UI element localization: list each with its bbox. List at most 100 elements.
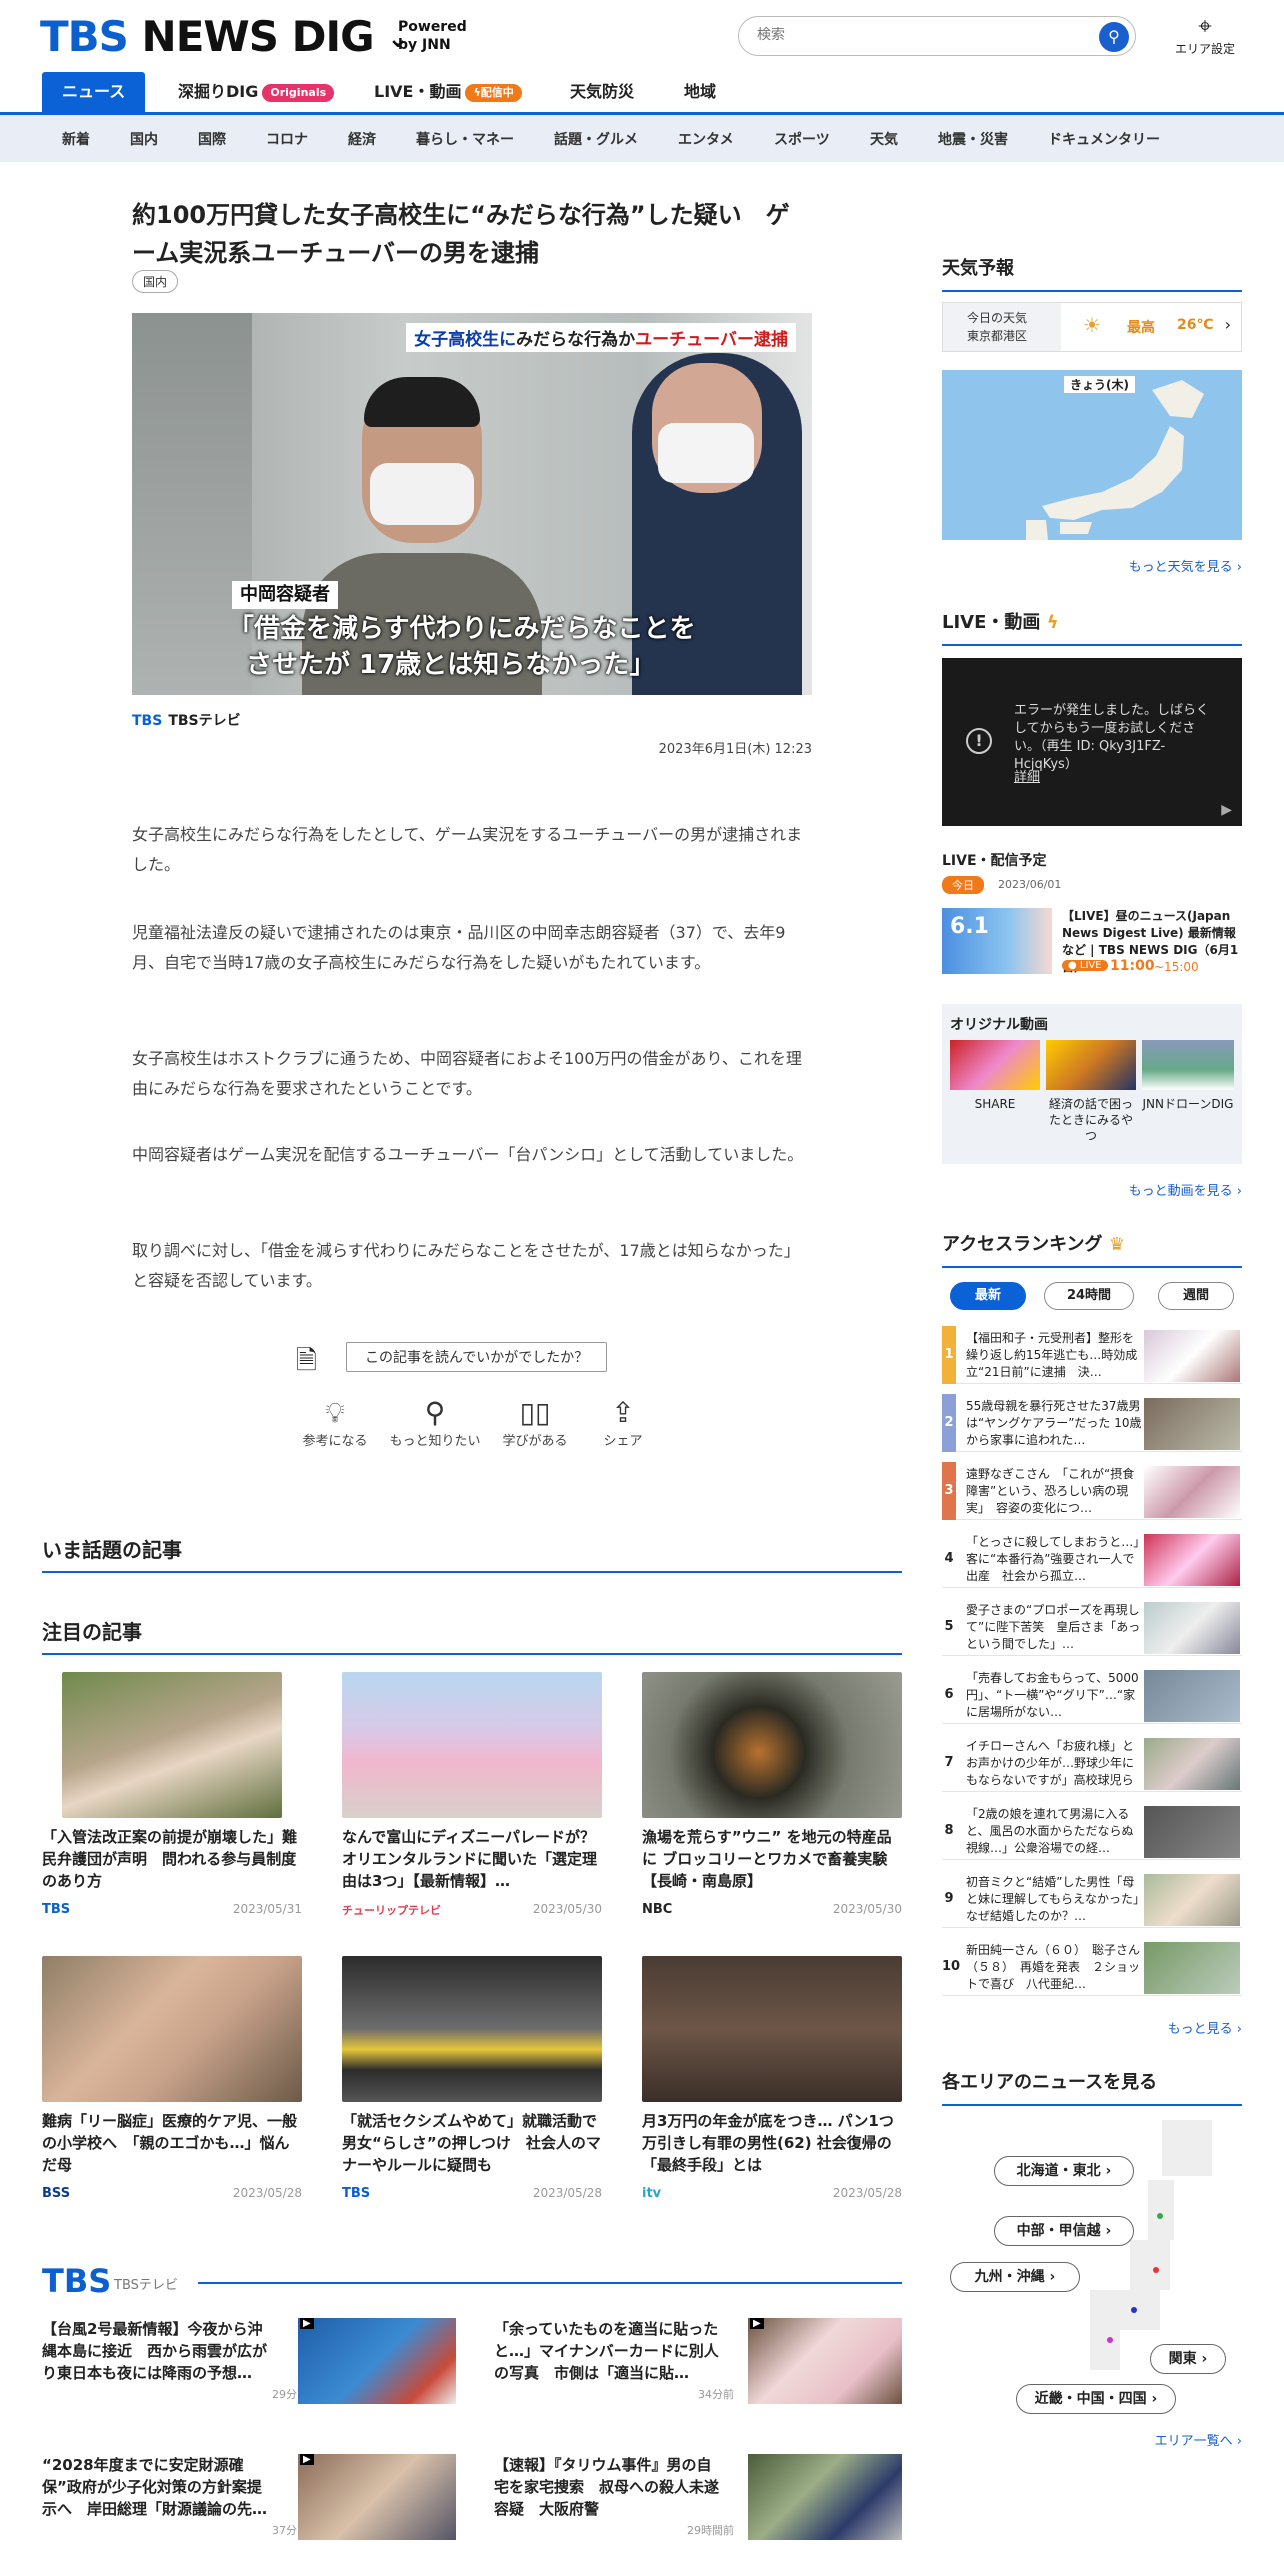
featured-card[interactable]: なんで富山にディズニーパレードが？オリエンタルランドに聞いた「選定理由は3つ」【… [342, 1672, 602, 1918]
rank-title: 【福田和子・元受刑者】整形を繰り返し約15年逃亡も…時効成立“21日前”に逮捕 … [966, 1331, 1138, 1379]
area-button-kinki[interactable]: 近畿・中国・四国 › [1016, 2384, 1176, 2414]
original-video-item[interactable]: JNNドローンDIG [1142, 1040, 1234, 1112]
area-button-hokkaido-tohoku[interactable]: 北海道・東北 › [994, 2156, 1134, 2186]
weather-map[interactable]: きょう(木) [942, 370, 1242, 540]
area-button-kyushu[interactable]: 九州・沖縄 › [950, 2262, 1080, 2292]
share-button[interactable]: ⇪ シェア [568, 1396, 678, 1449]
live-heading-label: LIVE・動画 [942, 612, 1041, 633]
video-player[interactable]: ! エラーが発生しました。しばらくしてからもう一度お試しください。（再生 ID:… [942, 658, 1242, 826]
ranking-more-link[interactable]: もっと見る › [1042, 2018, 1242, 2037]
rank-thumb [1144, 1534, 1240, 1586]
featured-card[interactable]: 「就活セクシズムやめて」就職活動で男女“らしさ”の押しつけ 社会人のマナーやルー… [342, 1956, 602, 2202]
feedback-helpful-button[interactable]: 💡︎ 参考になる [280, 1396, 390, 1449]
subnav-item[interactable]: ドキュメンタリー [1048, 129, 1160, 149]
rank-number: 1 [942, 1326, 956, 1384]
ranking-item[interactable]: 5 愛子さまの“プロポーズを再現して”に陛下苦笑 皇后さま「あっという間でした」… [942, 1598, 1242, 1656]
list-item-time: 29時間前 [687, 2524, 734, 2537]
search-icon: ⚲ [424, 1396, 446, 1429]
area-settings-button[interactable]: ⌖ エリア設定 [1170, 12, 1240, 57]
card-image [62, 1672, 282, 1818]
nav-tab-live[interactable]: LIVE・動画 ϟ配信中 [374, 72, 522, 112]
ranking-item[interactable]: 7 イチローさんへ「お疲れ様」とお声かけの少年が…野球少年にもならないですが」高校… [942, 1734, 1242, 1792]
subnav-item[interactable]: 国内 [130, 129, 158, 149]
ranking-tab-weekly[interactable]: 週間 [1158, 1282, 1234, 1310]
weather-loc-label: 東京都港区 [967, 329, 1028, 343]
article-hero-image: 女子高校生にみだらな行為かユーチューバー逮捕 中岡容疑者 「借金を減らす代わりに… [132, 313, 812, 695]
subnav-item[interactable]: スポーツ [774, 129, 830, 149]
ranking-item[interactable]: 3 遠野なぎこさん 「これが“摂食障害”という、恐ろしい病の現実」 容姿の変化につ… [942, 1462, 1242, 1520]
subnav-item[interactable]: コロナ [266, 129, 308, 149]
rank-title: 新田純一さん（６０） 聡子さん（５８） 再婚を発表 ２ショットで喜び 八代亜紀… [966, 1943, 1141, 1991]
weather-high-value: 26℃ [1177, 317, 1214, 333]
subnav-item[interactable]: 地震・災害 [938, 129, 1008, 149]
original-video-item[interactable]: 経済の話で困ったときにみるやつ [1046, 1040, 1136, 1144]
area-label: 九州・沖縄 [974, 2269, 1045, 2285]
card-title: 月3万円の年金が底をつき… パン1つ万引きし有罪の男性(62) 社会復帰の「最終… [642, 2112, 894, 2174]
ranking-item[interactable]: 9 初音ミクと“結婚”した男性「母と妹に理解してもらえなかった」なぜ結婚したのか？… [942, 1870, 1242, 1928]
subnav-item[interactable]: 国際 [198, 129, 226, 149]
video-error-details-link[interactable]: 詳細 [1014, 766, 1040, 785]
schedule-item[interactable]: 6.1 【LIVE】昼のニュース(Japan News Digest Live)… [942, 908, 1242, 980]
videos-more-link[interactable]: もっと動画を見る › [1042, 1180, 1242, 1199]
sub-nav: 新着 国内 国際 コロナ 経済 暮らし・マネー 話題・グルメ エンタメ スポーツ… [0, 112, 1284, 162]
original-video-item[interactable]: SHARE [950, 1040, 1040, 1112]
caption-part: 女子高校生に [414, 330, 517, 350]
feedback-more-button[interactable]: ⚲ もっと知りたい [380, 1396, 490, 1449]
list-item-time: 34分前 [698, 2388, 734, 2401]
site-logo[interactable]: TBS NEWS DIG ⌄ [40, 12, 409, 61]
nav-tab-region[interactable]: 地域 [684, 72, 716, 112]
rank-thumb [1144, 1806, 1240, 1858]
subnav-item[interactable]: 天気 [870, 129, 898, 149]
ranking-tab-latest[interactable]: 最新 [950, 1282, 1026, 1310]
featured-card[interactable]: 難病「リー脳症」医療的ケア児、一般の小学校へ 「親のエゴかも…」悩んだ母 BSS… [42, 1956, 302, 2202]
hero-caption-top: 女子高校生にみだらな行為かユーチューバー逮捕 [406, 323, 796, 352]
areas-more-link[interactable]: エリア一覧へ › [1042, 2430, 1242, 2449]
search-input[interactable] [757, 27, 1057, 43]
weather-widget[interactable]: 今日の天気 東京都港区 ☀︎ 最高 26℃ › [942, 302, 1242, 352]
category-tag[interactable]: 国内 [132, 270, 179, 293]
ranking-item[interactable]: 2 55歳母親を暴行死させた37歳男は“ヤングケアラー”だった 10歳から家事に追… [942, 1394, 1242, 1452]
card-footer: BSS 2023/05/28 [42, 2186, 302, 2202]
featured-card[interactable]: 「入管法改正案の前提が崩壊した」難民弁護団が声明 問われる参与員制度のあり方 T… [42, 1672, 302, 1918]
nav-tab-dig[interactable]: 深掘りDIG Originals [178, 72, 335, 112]
source-logo: TBS [132, 713, 163, 729]
card-footer: TBS 2023/05/28 [342, 2186, 602, 2202]
search-button[interactable]: ⚲ [1099, 22, 1129, 52]
ranking-item[interactable]: 4 「とっさに殺してしまおうと…」客に“本番行為”強要され一人で出産 社会から孤立… [942, 1530, 1242, 1588]
card-image [42, 1956, 302, 2102]
youtube-icon: ▶ [1221, 802, 1232, 818]
article-paragraph: 女子高校生にみだらな行為をしたとして、ゲーム実況をするユーチューバーの男が逮捕さ… [132, 825, 803, 874]
more-label: もっと見る [1167, 2022, 1233, 2037]
featured-card[interactable]: 月3万円の年金が底をつき… パン1つ万引きし有罪の男性(62) 社会復帰の「最終… [642, 1956, 902, 2202]
weather-more-link[interactable]: もっと天気を見る › [1042, 556, 1242, 575]
ranking-item[interactable]: 6 「売春してお金もらって、5000円」、“ト一横”や“グリ下”…“家に居場所がな… [942, 1666, 1242, 1724]
subnav-item[interactable]: エンタメ [678, 129, 734, 149]
rank-title: 愛子さまの“プロポーズを再現して”に陛下苦笑 皇后さま「あっという間でした」… [966, 1603, 1141, 1651]
subnav-item[interactable]: 新着 [62, 129, 90, 149]
article-source[interactable]: TBS TBSテレビ [132, 710, 241, 730]
play-icon: ▶ [300, 2318, 314, 2329]
nav-tab-weather[interactable]: 天気防災 [570, 72, 634, 112]
ranking-item[interactable]: 10 新田純一さん（６０） 聡子さん（５８） 再婚を発表 ２ショットで喜び 八代亜… [942, 1938, 1242, 1996]
featured-card[interactable]: 漁場を荒らす”ウニ” を地元の特産品に ブロッコリーとワカメで畜養実験【長崎・南… [642, 1672, 902, 1918]
nav-tab-news[interactable]: ニュース [42, 72, 146, 112]
rank-thumb [1144, 1874, 1240, 1926]
nav-tab-label: 地域 [684, 82, 717, 101]
ranking-tab-24h[interactable]: 24時間 [1044, 1282, 1134, 1310]
feedback-prompt: 🗎 この記事を読んでいかがでしたか？ [296, 1340, 646, 1380]
list-item-time: 37分前 [272, 2524, 308, 2537]
area-button-chubu[interactable]: 中部・甲信越 › [994, 2216, 1134, 2246]
card-title: 「入管法改正案の前提が崩壊した」難民弁護団が声明 問われる参与員制度のあり方 [42, 1828, 298, 1890]
area-button-kanto[interactable]: 関東 › [1150, 2344, 1226, 2374]
subnav-item[interactable]: 話題・グルメ [554, 129, 638, 149]
ranking-item[interactable]: 8 「2歳の娘を連れて男湯に入ると、風呂の水面からただならぬ視線…」公衆浴場での経… [942, 1802, 1242, 1860]
list-item-time: 29分前 [272, 2388, 308, 2401]
ranking-item[interactable]: 1 【福田和子・元受刑者】整形を繰り返し約15年逃亡も…時効成立“21日前”に逮捕… [942, 1326, 1242, 1384]
subnav-item[interactable]: 経済 [348, 129, 376, 149]
map-block [1162, 2120, 1212, 2176]
quote-line: 「借金を減らす代わりにみだらなことを [228, 614, 696, 644]
nav-tab-label: 天気防災 [570, 82, 635, 101]
share-icon: ⇪ [611, 1396, 635, 1429]
map-block [1090, 2330, 1120, 2370]
subnav-item[interactable]: 暮らし・マネー [416, 129, 514, 149]
